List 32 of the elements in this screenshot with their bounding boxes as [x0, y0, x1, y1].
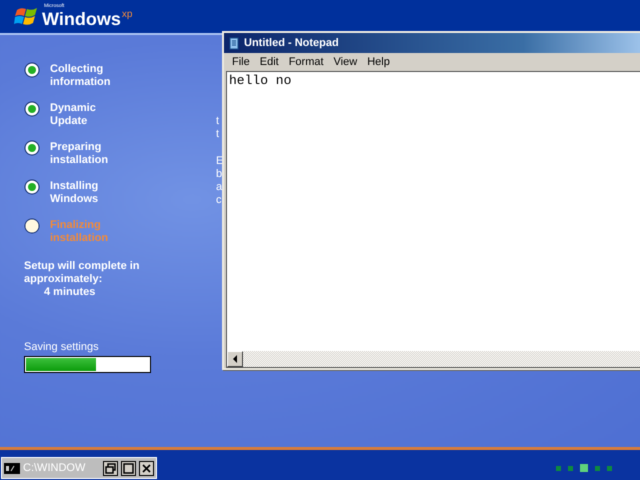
body-text-line: c	[216, 194, 222, 207]
horizontal-scrollbar[interactable]	[227, 351, 640, 367]
menu-item[interactable]: Format	[284, 56, 329, 68]
body-text-line: t	[216, 115, 220, 128]
menu-item[interactable]: File	[227, 56, 255, 68]
body-text-line: t	[216, 128, 220, 141]
menu-item[interactable]: View	[328, 56, 362, 68]
console-icon	[4, 462, 20, 474]
close-button[interactable]	[139, 460, 154, 476]
setup-step-label: Dynamic Update	[50, 102, 97, 128]
progress-label: Saving settings	[24, 341, 100, 353]
logo-suffix: xp	[122, 8, 132, 20]
menu-item[interactable]: Edit	[254, 56, 284, 68]
maximize-icon	[123, 462, 134, 474]
body-text-line: b	[216, 168, 224, 181]
close-icon	[141, 462, 152, 474]
setup-step-label: Collecting information	[50, 63, 112, 89]
time-estimate-text: Setup will complete in approximately:	[24, 260, 141, 286]
logo-wordmark: Windows	[42, 8, 121, 28]
body-text-line: a	[216, 181, 224, 194]
restore-icon	[105, 462, 116, 474]
notepad-icon	[228, 36, 240, 50]
maximize-button[interactable]	[121, 460, 136, 476]
menu-item[interactable]: Help	[362, 56, 395, 68]
setup-step-label: Preparing installation	[50, 141, 110, 167]
setup-step-label: Finalizing installation	[50, 219, 110, 245]
setup-step-label: Installing Windows	[50, 180, 100, 206]
left-arrow-icon	[232, 355, 238, 363]
window-title: Untitled - Notepad	[244, 37, 339, 49]
scroll-left-button[interactable]	[227, 351, 243, 367]
time-remaining: 4 minutes	[44, 286, 96, 299]
restore-button[interactable]	[103, 460, 118, 476]
